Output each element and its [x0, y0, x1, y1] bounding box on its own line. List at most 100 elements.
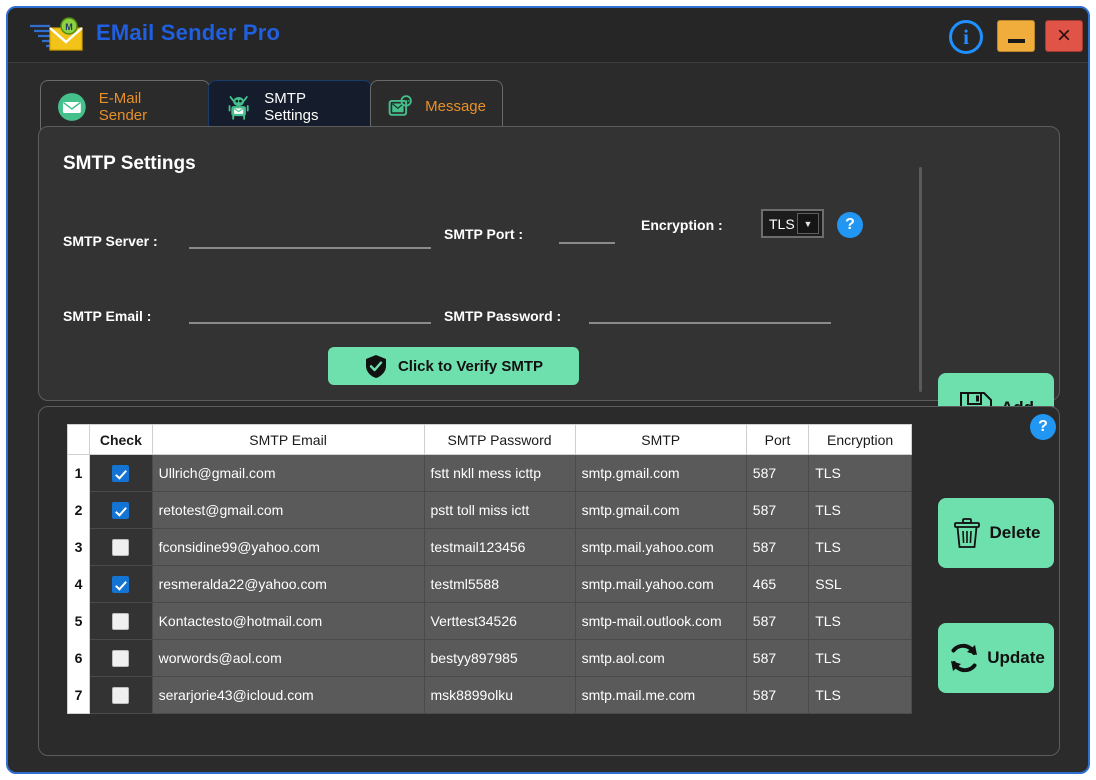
tab-strip: E-Mail Sender SMTP Settings Message: [8, 64, 1088, 132]
column-header-smtp: SMTP: [574, 424, 747, 455]
cell-email: Kontactesto@hotmail.com: [151, 602, 425, 640]
table-row[interactable]: 7 serarjorie43@icloud.com msk8899olku smtp.…: [66, 676, 912, 714]
tab-smtp-settings[interactable]: SMTP Settings: [208, 80, 372, 132]
verify-smtp-button[interactable]: Click to Verify SMTP: [328, 347, 579, 385]
info-glyph: i: [963, 24, 969, 49]
smtp-settings-panel: SMTP Settings SMTP Server : SMTP Port : …: [38, 126, 1060, 443]
smtp-password-label: SMTP Password :: [444, 308, 562, 324]
cell-encryption: TLS: [808, 639, 912, 677]
encryption-help-icon[interactable]: ?: [837, 212, 863, 238]
row-check-cell[interactable]: [89, 602, 153, 640]
column-header-password: SMTP Password: [423, 424, 576, 455]
column-header-encryption: Encryption: [808, 424, 912, 455]
cell-smtp: smtp.mail.yahoo.com: [574, 565, 747, 603]
column-header-check: Check: [89, 424, 153, 455]
verify-smtp-label: Click to Verify SMTP: [397, 357, 544, 375]
envelope-circle-icon: [57, 92, 86, 121]
row-checkbox[interactable]: [112, 501, 130, 519]
row-checkbox[interactable]: [112, 649, 130, 667]
table-row[interactable]: 6 worwords@aol.com bestyy897985 smtp.aol.co…: [66, 639, 912, 677]
row-check-cell[interactable]: [89, 639, 153, 677]
cell-password: testml5588: [423, 565, 576, 603]
cell-encryption: TLS: [808, 491, 912, 529]
cell-port: 587: [745, 528, 810, 566]
cell-smtp: smtp.gmail.com: [574, 491, 747, 529]
cell-password: Verttest34526: [423, 602, 576, 640]
column-header-rownum: [66, 424, 91, 455]
row-check-cell[interactable]: [89, 454, 153, 492]
smtp-accounts-panel: ? Check SMTP Email SMTP Password SMTP Po…: [38, 406, 1060, 756]
shield-check-icon: [365, 354, 386, 378]
row-check-cell[interactable]: [89, 565, 153, 603]
row-number: 2: [66, 491, 91, 529]
close-button[interactable]: ×: [1045, 20, 1083, 52]
tab-smtp-settings-label: SMTP Settings: [264, 89, 319, 124]
delete-button[interactable]: Delete: [938, 498, 1054, 568]
smtp-port-label: SMTP Port :: [444, 226, 524, 242]
row-checkbox[interactable]: [112, 575, 130, 593]
cell-port: 587: [745, 454, 810, 492]
table-help-icon[interactable]: ?: [1030, 414, 1056, 440]
cell-encryption: TLS: [808, 528, 912, 566]
delete-button-label: Delete: [989, 523, 1041, 542]
cell-email: serarjorie43@icloud.com: [151, 676, 425, 714]
svg-text:M: M: [65, 22, 73, 32]
cell-password: bestyy897985: [423, 639, 576, 677]
smtp-email-label: SMTP Email :: [63, 308, 152, 324]
cell-smtp: smtp.mail.yahoo.com: [574, 528, 747, 566]
refresh-icon: [951, 643, 978, 673]
help-glyph: ?: [845, 216, 855, 233]
row-check-cell[interactable]: [89, 676, 153, 714]
cell-password: msk8899olku: [423, 676, 576, 714]
encryption-label: Encryption :: [641, 217, 723, 233]
chevron-down-icon[interactable]: ▼: [797, 213, 819, 234]
cell-password: fstt nkll mess icttp: [423, 454, 576, 492]
row-number: 5: [66, 602, 91, 640]
table-row[interactable]: 3 fconsidine99@yahoo.com testmail123456 smt…: [66, 528, 912, 566]
robot-mail-icon: [228, 95, 249, 120]
cell-email: fconsidine99@yahoo.com: [151, 528, 425, 566]
tab-message[interactable]: Message: [370, 80, 503, 132]
column-header-port: Port: [745, 424, 810, 455]
tab-email-sender[interactable]: E-Mail Sender: [40, 80, 210, 132]
update-button[interactable]: Update: [938, 623, 1054, 693]
cell-port: 587: [745, 491, 810, 529]
panel-divider: [919, 167, 922, 392]
table-header-row: Check SMTP Email SMTP Password SMTP Port…: [66, 424, 912, 455]
update-button-label: Update: [987, 648, 1045, 667]
cell-encryption: TLS: [808, 454, 912, 492]
minimize-icon: [1007, 38, 1025, 43]
panel-title: SMTP Settings: [63, 153, 196, 174]
smtp-port-input[interactable]: [559, 222, 615, 244]
encryption-select[interactable]: TLS ▼: [761, 209, 824, 238]
table-row[interactable]: 1 Ullrich@gmail.com fstt nkll mess icttp sm…: [66, 454, 912, 492]
row-checkbox[interactable]: [112, 686, 130, 704]
table-row[interactable]: 2 retotest@gmail.com pstt toll miss ictt sm…: [66, 491, 912, 529]
row-check-cell[interactable]: [89, 491, 153, 529]
smtp-server-input[interactable]: [189, 227, 431, 249]
row-number: 3: [66, 528, 91, 566]
cell-port: 587: [745, 676, 810, 714]
app-window: M EMail Sender Pro i × E-Mail Sender SMT…: [6, 6, 1090, 774]
row-check-cell[interactable]: [89, 528, 153, 566]
encryption-selected-value: TLS: [769, 215, 795, 232]
smtp-accounts-table: Check SMTP Email SMTP Password SMTP Port…: [66, 424, 912, 714]
cell-email: resmeralda22@yahoo.com: [151, 565, 425, 603]
minimize-button[interactable]: [997, 20, 1035, 52]
table-row[interactable]: 5 Kontactesto@hotmail.com Verttest34526 smt…: [66, 602, 912, 640]
cell-port: 587: [745, 602, 810, 640]
close-icon: ×: [1056, 22, 1071, 49]
row-checkbox[interactable]: [112, 612, 130, 630]
cell-encryption: TLS: [808, 602, 912, 640]
row-checkbox[interactable]: [112, 464, 130, 482]
cell-smtp: smtp.aol.com: [574, 639, 747, 677]
table-body: 1 Ullrich@gmail.com fstt nkll mess icttp sm…: [66, 454, 912, 714]
column-header-email: SMTP Email: [151, 424, 425, 455]
table-row[interactable]: 4 resmeralda22@yahoo.com testml5588 smtp.ma…: [66, 565, 912, 603]
smtp-password-input[interactable]: [589, 302, 831, 324]
cell-password: pstt toll miss ictt: [423, 491, 576, 529]
row-checkbox[interactable]: [112, 538, 130, 556]
info-button[interactable]: i: [949, 20, 983, 54]
app-logo-icon: M: [30, 17, 83, 51]
smtp-email-input[interactable]: [189, 302, 431, 324]
